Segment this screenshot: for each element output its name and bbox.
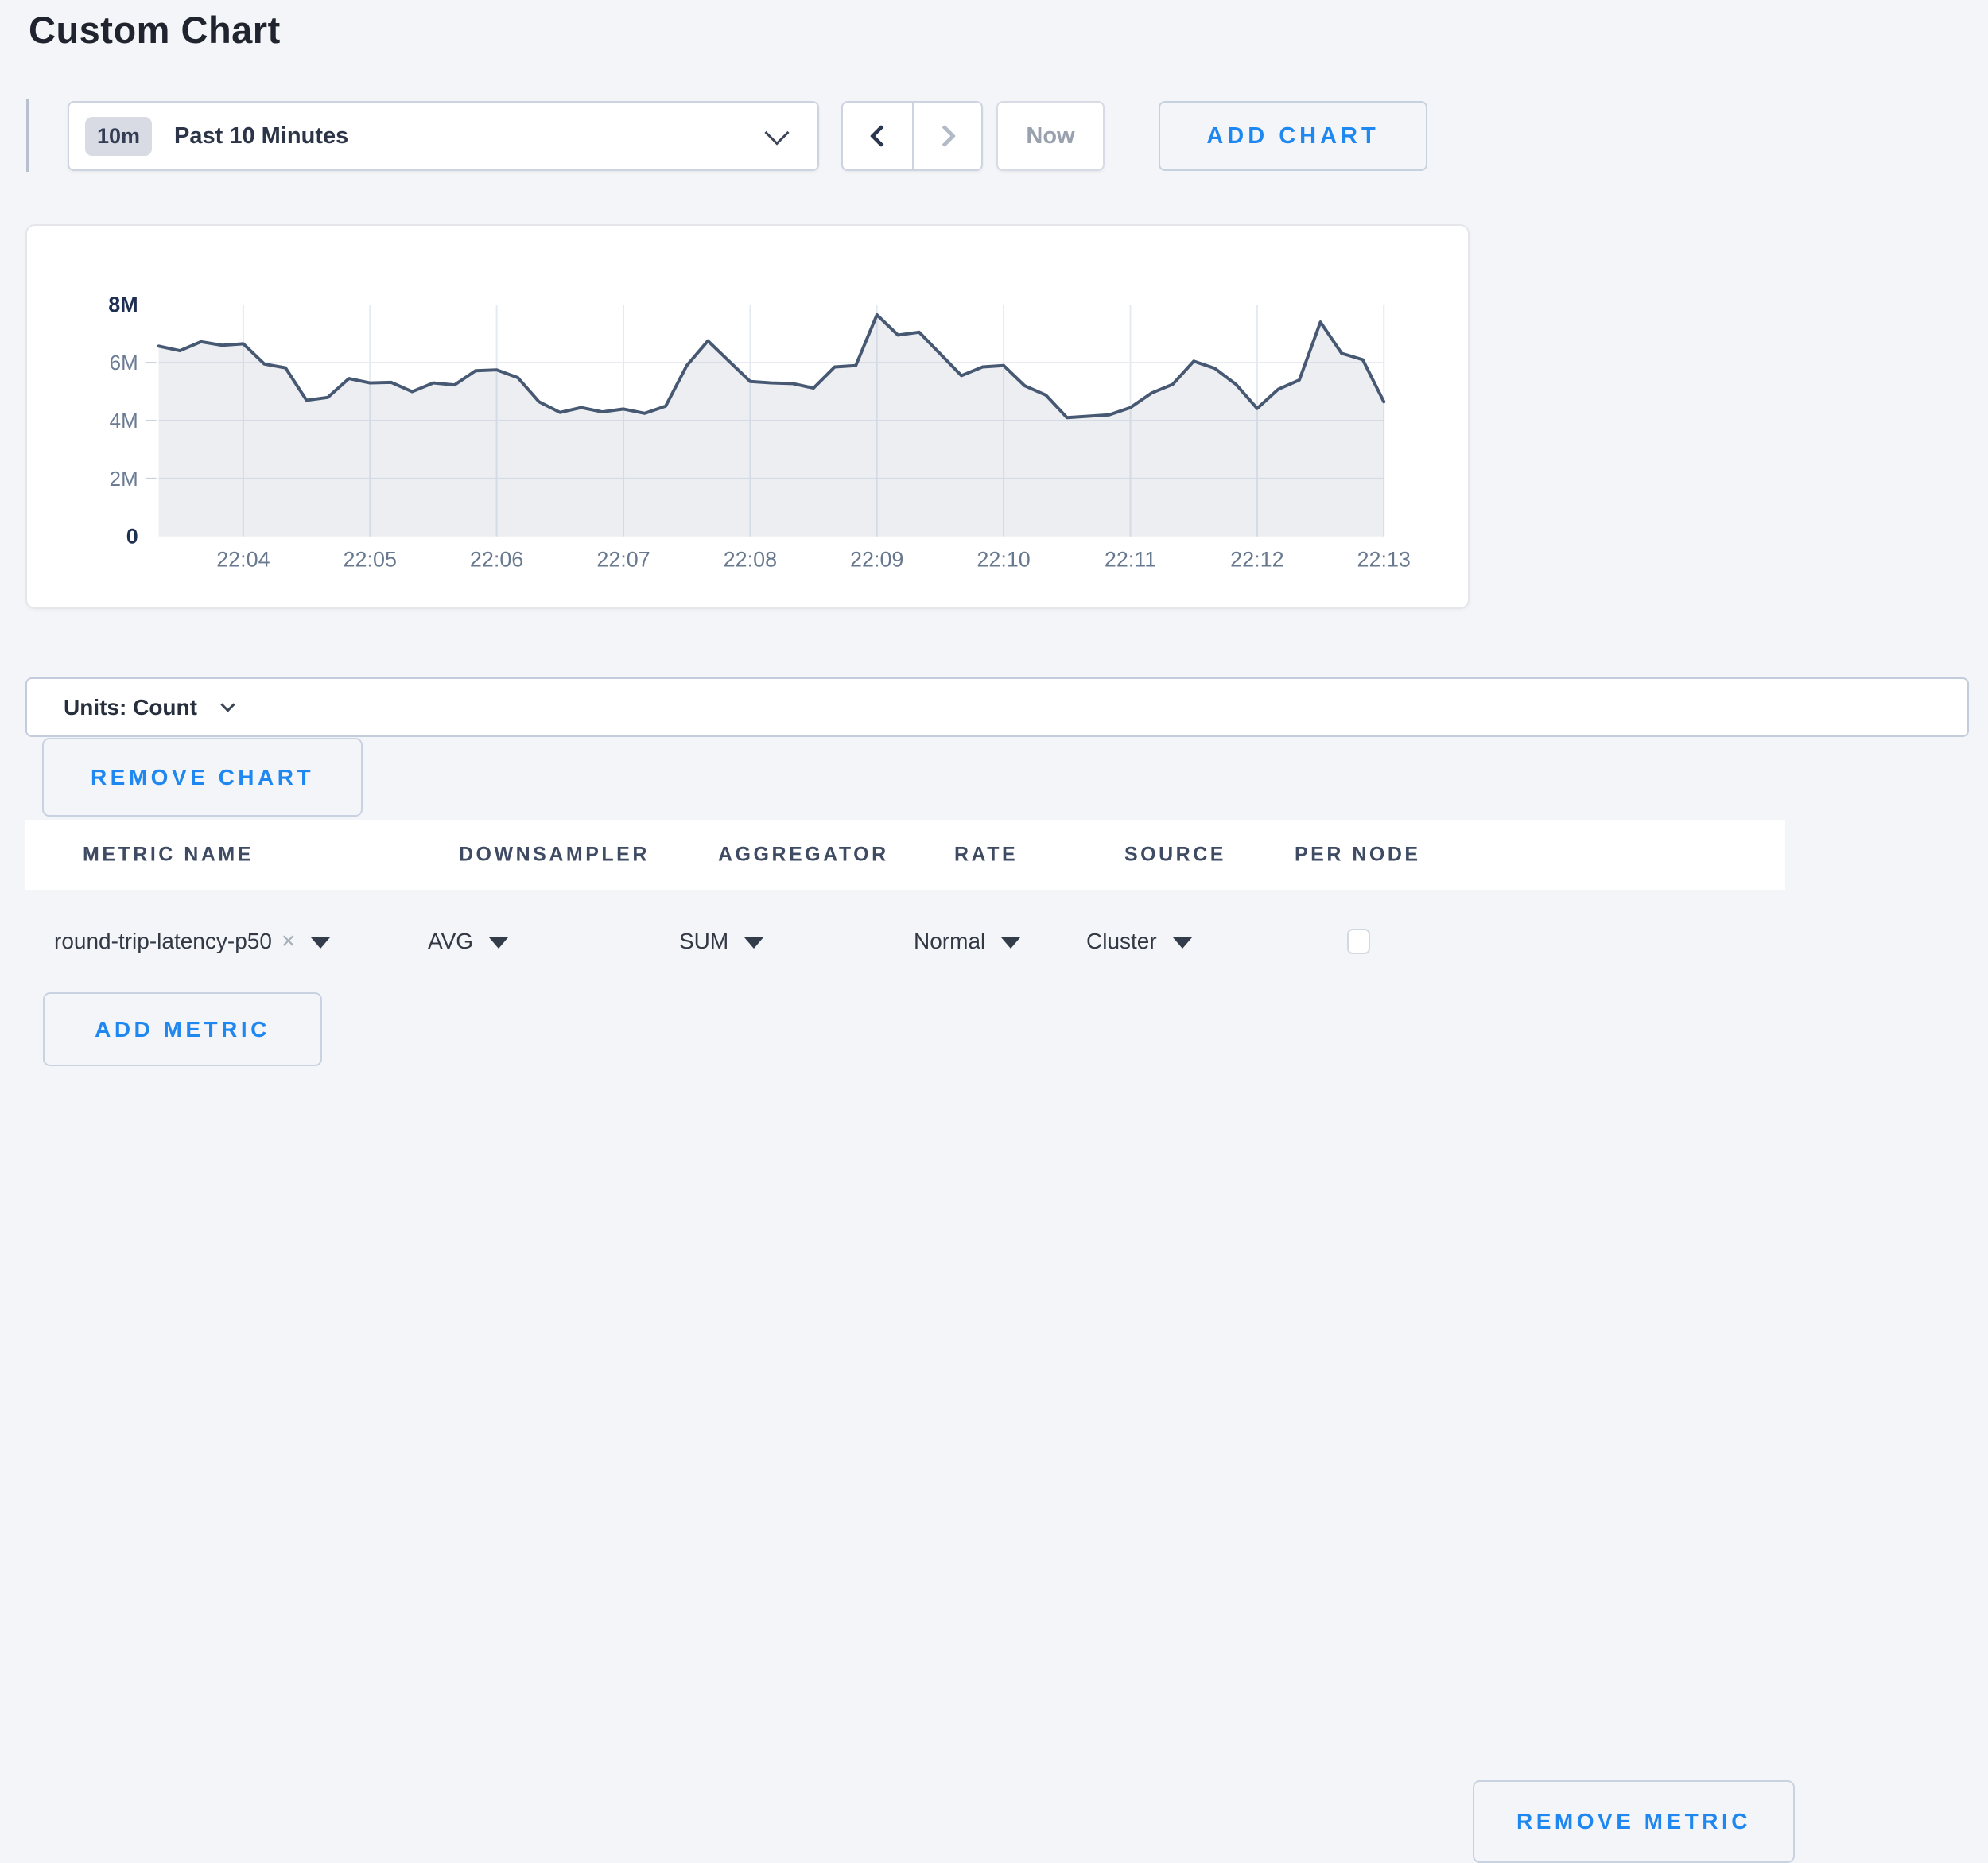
chevron-left-icon	[869, 125, 891, 147]
svg-text:22:06: 22:06	[470, 548, 523, 572]
svg-text:22:08: 22:08	[724, 548, 777, 572]
time-back-button[interactable]	[843, 103, 912, 169]
caret-down-icon	[489, 937, 508, 949]
svg-text:22:11: 22:11	[1105, 548, 1156, 572]
svg-text:22:10: 22:10	[977, 548, 1030, 572]
svg-text:22:05: 22:05	[344, 548, 397, 572]
column-header-rate: RATE	[954, 844, 1018, 867]
metric-name-value: round-trip-latency-p50	[54, 929, 272, 954]
column-header-aggregator: AGGREGATOR	[718, 844, 889, 867]
svg-text:2M: 2M	[110, 468, 138, 491]
chevron-down-icon	[220, 697, 235, 712]
custom-chart-page: Custom Chart 10m Past 10 Minutes Now ADD…	[0, 0, 1988, 1078]
chart-card: 22:04 22:05 22:06 22:07 22:08 22:09 22:10 22:11…	[25, 224, 1470, 609]
svg-text:6M: 6M	[110, 352, 138, 375]
time-range-dropdown[interactable]: 10m Past 10 Minutes	[68, 101, 819, 171]
column-header-source: SOURCE	[1124, 844, 1226, 867]
source-dropdown[interactable]: Cluster	[1086, 929, 1192, 954]
rate-value: Normal	[914, 929, 985, 954]
svg-text:4M: 4M	[110, 410, 138, 433]
caret-down-icon	[744, 937, 763, 949]
time-range-badge: 10m	[85, 117, 152, 156]
caret-down-icon	[1173, 937, 1192, 949]
metrics-table-header: METRIC NAME DOWNSAMPLER AGGREGATOR RATE …	[25, 820, 1785, 890]
caret-down-icon	[311, 937, 330, 949]
remove-metric-button[interactable]: REMOVE METRIC	[1473, 1780, 1795, 1863]
column-header-metric-name: METRIC NAME	[83, 844, 254, 867]
downsampler-value: AVG	[428, 929, 473, 954]
units-label: Units: Count	[64, 695, 197, 720]
add-chart-button[interactable]: ADD CHART	[1159, 101, 1427, 171]
source-value: Cluster	[1086, 929, 1157, 954]
svg-text:22:13: 22:13	[1357, 548, 1411, 572]
table-row: round-trip-latency-p50 × AVG SUM Normal …	[25, 890, 1988, 993]
aggregator-dropdown[interactable]: SUM	[679, 929, 763, 954]
column-header-per-node: PER NODE	[1295, 844, 1421, 867]
caret-down-icon	[1001, 937, 1020, 949]
time-forward-button[interactable]	[912, 103, 981, 169]
now-button[interactable]: Now	[996, 101, 1105, 171]
units-dropdown[interactable]: Units: Count	[64, 695, 233, 720]
page-title: Custom Chart	[29, 8, 281, 52]
timeseries-chart-svg[interactable]: 22:04 22:05 22:06 22:07 22:08 22:09 22:10 22:11…	[27, 226, 1468, 607]
svg-text:22:07: 22:07	[596, 548, 650, 572]
time-nav-group	[841, 101, 983, 171]
column-header-downsampler: DOWNSAMPLER	[459, 844, 650, 867]
per-node-checkbox[interactable]	[1347, 929, 1370, 954]
toolbar-divider	[26, 99, 29, 172]
svg-text:22:09: 22:09	[850, 548, 903, 572]
svg-text:0: 0	[126, 525, 138, 549]
svg-text:8M: 8M	[108, 293, 138, 316]
rate-dropdown[interactable]: Normal	[914, 929, 1020, 954]
svg-text:22:12: 22:12	[1230, 548, 1283, 572]
remove-chart-button[interactable]: REMOVE CHART	[42, 738, 363, 817]
chevron-right-icon	[933, 125, 955, 147]
clear-metric-icon[interactable]: ×	[282, 930, 296, 953]
metric-name-dropdown[interactable]: round-trip-latency-p50 ×	[54, 929, 330, 954]
chevron-down-icon	[764, 120, 789, 145]
downsampler-dropdown[interactable]: AVG	[428, 929, 508, 954]
add-metric-button[interactable]: ADD METRIC	[43, 992, 322, 1066]
time-range-label: Past 10 Minutes	[174, 123, 348, 149]
units-bar: Units: Count	[25, 677, 1969, 737]
svg-text:22:04: 22:04	[216, 548, 270, 572]
aggregator-value: SUM	[679, 929, 728, 954]
